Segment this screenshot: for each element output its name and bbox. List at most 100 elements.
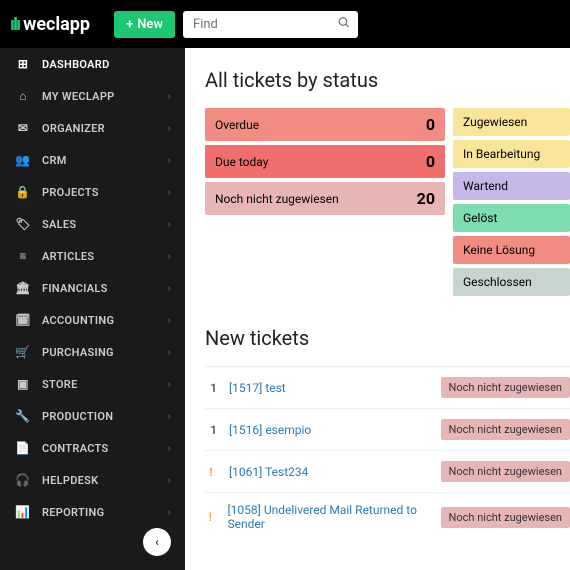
new-button[interactable]: + New [114,11,175,38]
chevron-right-icon: › [168,315,171,326]
sidebar-icon: ⊞ [14,57,32,71]
chevron-right-icon: › [168,507,171,518]
sidebar-item-label: CONTRACTS [42,442,109,455]
sidebar-item-label: ARTICLES [42,250,94,263]
section-title-status: All tickets by status [205,68,570,92]
status-count: 0 [426,152,435,171]
sidebar-item-my-weclapp[interactable]: ⌂MY WECLAPP› [0,80,185,112]
sidebar-icon: ≡ [14,249,32,263]
sidebar-item-contracts[interactable]: 📄CONTRACTS› [0,432,185,464]
sidebar-item-label: CRM [42,154,67,167]
chevron-right-icon: › [168,251,171,262]
sidebar-item-label: DASHBOARD [42,58,110,71]
chevron-right-icon: › [168,187,171,198]
status-row[interactable]: In Bearbeitung [453,140,570,168]
ticket-link[interactable]: [1061] Test234 [229,465,308,479]
sidebar-item-financials[interactable]: 🏛 FINANCIALS › [0,272,185,304]
collapse-sidebar-button[interactable]: ‹ [143,528,171,556]
status-row[interactable]: Gelöst [453,204,570,232]
ticket-status-badge: Noch nicht zugewiesen [441,461,570,482]
status-right-column: Zugewiesen In Bearbeitung Wartend Gelöst Kei… [453,108,570,296]
sidebar-item-label: REPORTING [42,506,104,519]
sidebar-item-reporting[interactable]: 📊 REPORTING › [0,496,185,528]
ticket-count: 1 [205,423,217,437]
sidebar-item-production[interactable]: 🔧PRODUCTION› [0,400,185,432]
sidebar-item-purchasing[interactable]: 🛒 PURCHASING › [0,336,185,368]
plus-icon: + [126,17,133,32]
sidebar-icon: 🏛 [14,281,32,295]
status-row[interactable]: Keine Lösung [453,236,570,264]
status-count: 0 [426,115,435,134]
status-label: Wartend [463,179,508,193]
chevron-right-icon: › [168,219,171,230]
status-label: In Bearbeitung [463,147,540,161]
sidebar-item-accounting[interactable]: 🗓ACCOUNTING› [0,304,185,336]
alert-icon: ! [205,510,216,524]
sidebar-item-crm[interactable]: 👥CRM› [0,144,185,176]
ticket-status-badge: Noch nicht zugewiesen [441,419,570,440]
status-row[interactable]: Zugewiesen [453,108,570,136]
sidebar-item-label: ACCOUNTING [42,314,114,327]
ticket-row: 1 [1517] test Noch nicht zugewiesen [205,366,570,408]
status-row[interactable]: Geschlossen [453,268,570,296]
alert-icon: ! [205,465,217,479]
sidebar-item-store[interactable]: ▣STORE› [0,368,185,400]
sidebar-icon: 📊 [14,505,32,519]
chevron-right-icon: › [168,283,171,294]
chevron-right-icon: › [168,475,171,486]
ticket-link[interactable]: [1517] test [229,381,286,395]
sidebar-item-label: SALES [42,218,76,231]
sidebar-item-articles[interactable]: ≡ ARTICLES › [0,240,185,272]
ticket-count: 1 [205,381,217,395]
chevron-right-icon: › [168,91,171,102]
sidebar-icon: ▣ [14,377,32,391]
sidebar-item-helpdesk[interactable]: 🎧 HELPDESK › [0,464,185,496]
ticket-status-badge: Noch nicht zugewiesen [441,507,570,528]
chevron-right-icon: › [168,347,171,358]
sidebar-icon: 🔧 [14,409,32,423]
ticket-row: ! [1061] Test234 Noch nicht zugewiesen [205,450,570,492]
sidebar-icon: ✉ [14,121,32,135]
status-row[interactable]: Due today0 [205,145,445,178]
new-button-label: New [137,17,163,32]
status-row[interactable]: Noch nicht zugewiesen20 [205,182,445,215]
sidebar-item-dashboard[interactable]: ⊞ DASHBOARD [0,48,185,80]
logo-text: weclapp [23,14,90,35]
topbar: ıIı weclapp + New [0,0,570,48]
status-label: Overdue [215,118,259,132]
sidebar-item-organizer[interactable]: ✉ORGANIZER› [0,112,185,144]
sidebar-item-label: PROJECTS [42,186,99,199]
section-title-tickets: New tickets [205,326,570,350]
ticket-status-badge: Noch nicht zugewiesen [441,377,570,398]
sidebar-icon: 📄 [14,441,32,455]
status-left-column: Overdue0Due today0Noch nicht zugewiesen2… [205,108,445,296]
sidebar-icon: 🎧 [14,473,32,487]
sidebar-item-label: FINANCIALS [42,282,108,295]
search-icon[interactable] [337,16,350,33]
search-input[interactable] [183,11,358,38]
sidebar-item-label: HELPDESK [42,474,98,487]
sidebar-icon: 🛒 [14,345,32,359]
ticket-link[interactable]: [1058] Undelivered Mail Returned to Send… [228,503,429,531]
sidebar-item-sales[interactable]: 🏷 SALES › [0,208,185,240]
chevron-right-icon: › [168,123,171,134]
status-row[interactable]: Overdue 0 [205,108,445,141]
sidebar-item-label: PURCHASING [42,346,114,359]
sidebar-item-projects[interactable]: 🔒 PROJECTS › [0,176,185,208]
sidebar: ⊞DASHBOARD⌂MY WECLAPP›✉ORGANIZER›👥CRM›🔒P… [0,48,185,570]
status-label: Gelöst [463,211,497,225]
status-row[interactable]: Wartend [453,172,570,200]
sidebar-icon: 🏷 [14,217,32,231]
sidebar-item-label: STORE [42,378,78,391]
main-content: All tickets by status Overdue0Due today0… [185,48,570,570]
sidebar-icon: 🔒 [14,185,32,199]
chevron-right-icon: › [168,155,171,166]
tickets-list: 1 [1517] test Noch nicht zugewiesen 1 [1516]… [205,366,570,541]
ticket-link[interactable]: [1516] esempio [229,423,311,437]
status-count: 20 [417,189,435,208]
status-label: Geschlossen [463,275,532,289]
search-container [183,11,358,38]
logo: ıIı weclapp [10,14,90,35]
ticket-row: ! [1058] Undelivered Mail Returned to Sen… [205,492,570,541]
status-label: Keine Lösung [463,243,535,257]
